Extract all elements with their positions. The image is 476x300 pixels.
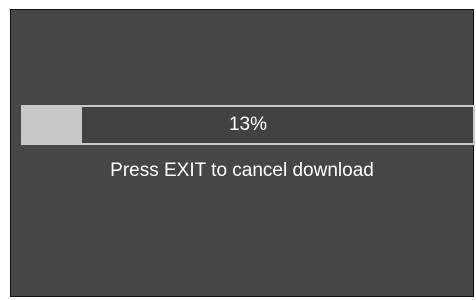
cancel-instruction-text: Press EXIT to cancel download [110, 160, 374, 181]
download-screen: 13% Press EXIT to cancel download [10, 9, 475, 297]
download-progress-bar: 13% [21, 105, 475, 145]
progress-percent-label: 13% [228, 114, 268, 135]
